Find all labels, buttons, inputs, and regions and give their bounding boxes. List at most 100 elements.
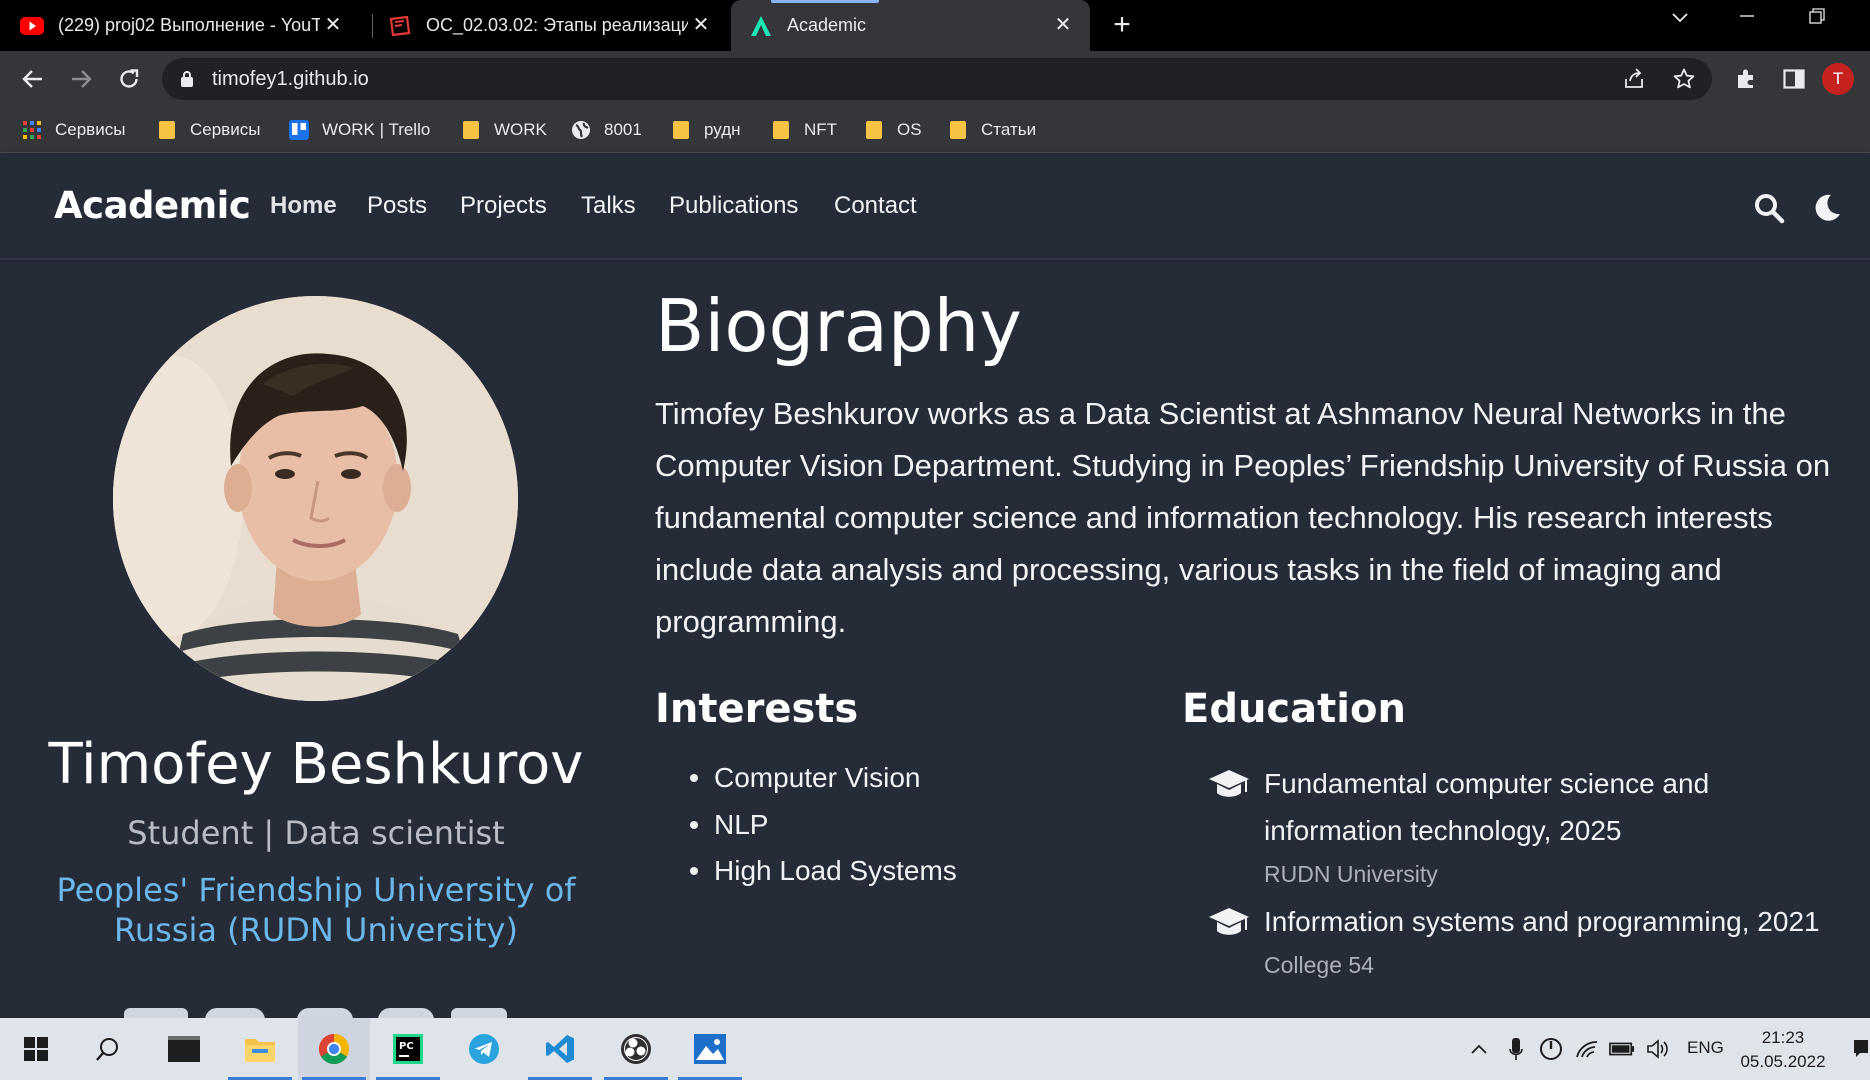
nav-posts[interactable]: Posts [367, 192, 427, 220]
side-panel-icon[interactable] [1777, 62, 1811, 96]
search-icon[interactable] [72, 1018, 144, 1080]
close-tab-icon[interactable]: ✕ [322, 14, 344, 36]
folder-icon [671, 120, 691, 140]
tab-search-icon[interactable] [1660, 8, 1700, 38]
svg-text:PC: PC [399, 1041, 414, 1052]
folder-icon [771, 120, 791, 140]
folder-icon [864, 120, 884, 140]
nav-talks[interactable]: Talks [581, 192, 636, 220]
windows-taskbar: PC ENG 21:23 05.05.2022 [0, 1018, 1870, 1080]
url-text[interactable]: timofey1.github.io [212, 68, 369, 91]
microphone-icon[interactable] [1503, 1036, 1529, 1062]
nav-home[interactable]: Home [270, 192, 337, 220]
close-tab-icon[interactable]: ✕ [690, 14, 712, 36]
interests-list: Computer Vision NLP High Load Systems [690, 760, 957, 900]
back-button[interactable] [16, 62, 50, 96]
system-clock[interactable]: 21:23 05.05.2022 [1728, 1026, 1838, 1074]
bookmark-folder[interactable]: NFT [771, 117, 837, 143]
interest-item: Computer Vision [690, 760, 957, 807]
bookmark-folder[interactable]: рудн [671, 117, 741, 143]
tab-course[interactable]: ОС_02.03.02: Этапы реализации ✕ [388, 0, 728, 51]
site-brand[interactable]: Academic [54, 184, 251, 227]
education-course: Fundamental computer science and informa… [1264, 768, 1710, 846]
bookmark-folder[interactable]: Статьи [948, 117, 1036, 143]
terminal-icon[interactable] [148, 1018, 220, 1080]
wifi-icon[interactable] [1574, 1036, 1600, 1062]
bookmark-label: Статьи [981, 120, 1037, 139]
site-navbar: Academic Home Posts Projects Talks Publi… [0, 154, 1870, 260]
bookmark-star-icon[interactable] [1672, 67, 1696, 96]
education-heading: Education [1182, 686, 1406, 732]
tab-academic[interactable]: Academic ✕ [731, 0, 1090, 51]
tab-youtube[interactable]: (229) proj02 Выполнение - YouTube ✕ [20, 0, 360, 51]
profile-avatar [113, 296, 518, 701]
dark-mode-moon-icon[interactable] [1811, 192, 1843, 224]
lock-icon[interactable] [180, 70, 194, 93]
battery-icon[interactable] [1609, 1036, 1635, 1062]
bookmark-label: Сервисы [55, 120, 126, 139]
bookmark-label: 8001 [604, 120, 642, 139]
browser-toolbar: timofey1.github.io T [0, 51, 1870, 107]
page-icon [388, 14, 412, 38]
telegram-icon[interactable] [448, 1018, 520, 1080]
profile-name: Timofey Beshkurov [48, 732, 584, 797]
profile-organization-link[interactable]: Peoples' Friendship University of Russia… [40, 870, 592, 950]
start-windows-icon[interactable] [0, 1018, 72, 1080]
youtube-icon [20, 14, 44, 38]
file-explorer-icon[interactable] [224, 1018, 296, 1080]
bookmark-label: WORK [494, 120, 547, 139]
notification-icon[interactable] [1852, 1036, 1870, 1062]
pycharm-icon[interactable]: PC [372, 1018, 444, 1080]
bookmark-apps[interactable]: Сервисы [22, 117, 125, 143]
globe-icon [571, 120, 591, 140]
tab-title: ОС_02.03.02: Этапы реализации [426, 15, 688, 35]
bookmark-folder[interactable]: WORK [461, 117, 547, 143]
bookmark-label: WORK | Trello [322, 120, 431, 139]
new-tab-button[interactable]: + [1106, 10, 1138, 42]
academic-icon [749, 14, 773, 38]
apps-grid-icon [22, 120, 42, 140]
bookmark-trello[interactable]: WORK | Trello [289, 117, 430, 143]
nav-publications[interactable]: Publications [669, 192, 798, 220]
photos-icon[interactable] [674, 1018, 746, 1080]
graduation-cap-icon [1208, 906, 1250, 940]
nav-projects[interactable]: Projects [460, 192, 547, 220]
tray-overflow-chevron-icon[interactable] [1466, 1036, 1492, 1062]
close-tab-icon[interactable]: ✕ [1052, 14, 1074, 36]
tab-separator [372, 14, 373, 38]
chrome-icon[interactable] [298, 1018, 370, 1080]
nav-contact[interactable]: Contact [834, 192, 917, 220]
browser-tab-strip: (229) proj02 Выполнение - YouTube ✕ ОС_0… [0, 0, 1870, 51]
restore-button[interactable] [1797, 8, 1837, 38]
vscode-icon[interactable] [524, 1018, 596, 1080]
bookmark-label: рудн [704, 120, 741, 139]
minimize-button[interactable] [1727, 8, 1767, 38]
interest-item: High Load Systems [690, 853, 957, 900]
profile-avatar[interactable]: T [1822, 63, 1854, 95]
bookmark-label: OS [897, 120, 922, 139]
biography-text: Timofey Beshkurov works as a Data Scient… [655, 396, 1831, 639]
education-course: Information systems and programming, 202… [1264, 906, 1820, 937]
reload-button[interactable] [112, 62, 146, 96]
clock-date: 05.05.2022 [1740, 1052, 1826, 1071]
obs-icon[interactable] [600, 1018, 672, 1080]
share-icon[interactable] [1622, 67, 1646, 96]
volume-icon[interactable] [1645, 1036, 1671, 1062]
bookmark-label: NFT [804, 120, 838, 139]
bookmark-folder[interactable]: OS [864, 117, 922, 143]
bookmark-8001[interactable]: 8001 [571, 117, 642, 143]
folder-icon [948, 120, 968, 140]
bookmark-folder[interactable]: Сервисы [157, 117, 260, 143]
interest-item: NLP [690, 807, 957, 854]
tab-title: (229) proj02 Выполнение - YouTube [58, 15, 320, 35]
address-bar[interactable]: timofey1.github.io [162, 58, 1712, 100]
education-item: Fundamental computer science and informa… [1208, 760, 1848, 900]
education-institution: RUDN University [1264, 861, 1438, 887]
bookmark-label: Сервисы [190, 120, 261, 139]
page-content: Timofey Beshkurov Student | Data scienti… [0, 262, 1870, 1020]
power-icon[interactable] [1538, 1036, 1564, 1062]
extensions-icon[interactable] [1729, 62, 1763, 96]
search-icon[interactable] [1753, 192, 1785, 224]
forward-button[interactable] [64, 62, 98, 96]
input-language[interactable]: ENG [1687, 1038, 1724, 1058]
